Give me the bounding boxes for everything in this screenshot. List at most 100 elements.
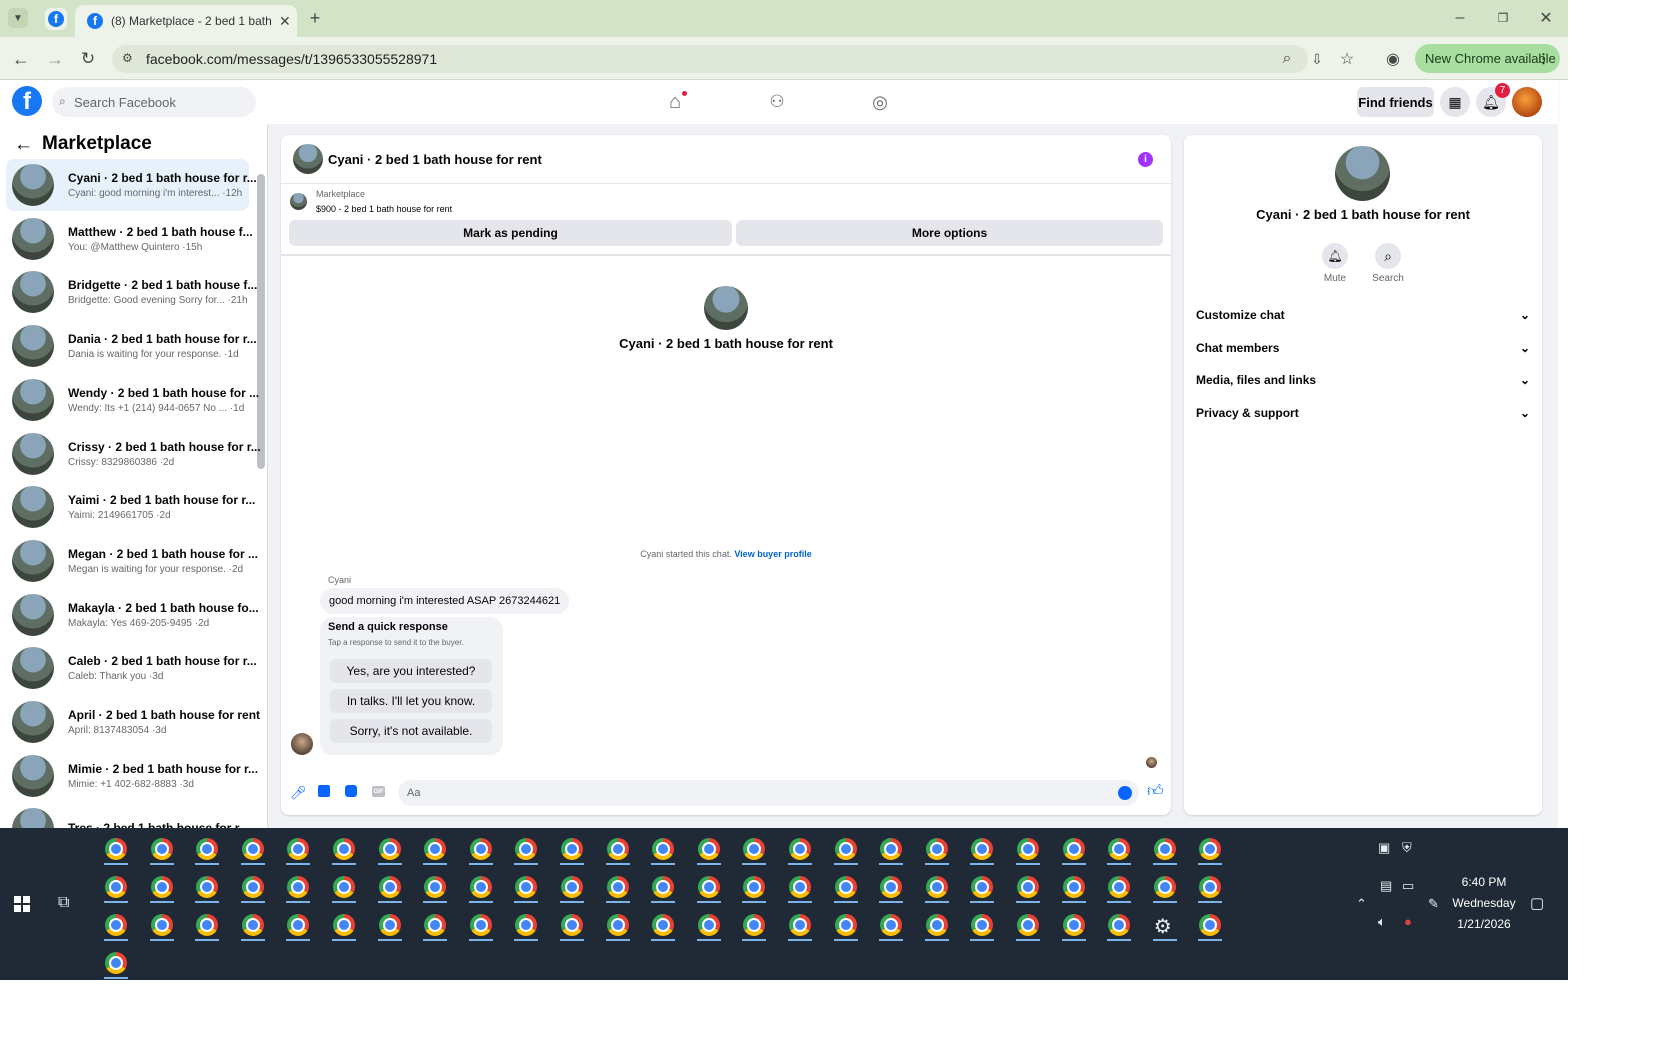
settings-icon[interactable]: ⚙ [1154, 914, 1172, 939]
chrome-window-icon[interactable] [1199, 876, 1222, 898]
chrome-window-icon[interactable] [743, 838, 766, 860]
conversation-item[interactable]: Caleb · 2 bed 1 bath house for r... Caleb… [6, 642, 257, 694]
chrome-window-icon[interactable] [652, 876, 675, 898]
chat-avatar[interactable] [293, 144, 323, 174]
conversation-item[interactable]: Wendy · 2 bed 1 bath house for ... Wendy:… [6, 374, 259, 426]
conversation-item[interactable]: Crissy · 2 bed 1 bath house for r... Cris… [6, 428, 261, 480]
scrollbar[interactable] [257, 174, 265, 469]
like-thumb-icon[interactable]: 👍︎ [1147, 782, 1164, 801]
chrome-window-icon[interactable] [880, 838, 903, 860]
chrome-window-icon[interactable] [925, 838, 948, 860]
chrome-window-icon[interactable] [789, 876, 811, 898]
menu-dots-icon[interactable]: ⋮ [1537, 51, 1550, 67]
facebook-logo[interactable]: f [12, 86, 42, 116]
chrome-window-icon[interactable] [287, 838, 310, 860]
chrome-window-icon[interactable] [971, 838, 994, 860]
app-tray-icon[interactable]: ▤ [1380, 878, 1392, 894]
chrome-window-icon[interactable] [971, 914, 994, 936]
sticker-icon[interactable] [345, 785, 357, 797]
chrome-window-icon[interactable] [333, 876, 355, 898]
view-buyer-profile-link[interactable]: View buyer profile [734, 549, 811, 559]
pinned-tab[interactable]: f [45, 8, 67, 30]
chrome-window-icon[interactable] [469, 914, 492, 936]
privacy-support-section[interactable]: Privacy & support ⌄ [1196, 401, 1530, 425]
chrome-window-icon[interactable] [150, 876, 173, 898]
chrome-window-icon[interactable] [515, 838, 538, 860]
close-icon[interactable]: ✕ [279, 13, 291, 30]
chrome-window-icon[interactable] [697, 876, 720, 898]
conversation-item[interactable]: April · 2 bed 1 bath house for rent April… [6, 696, 260, 748]
chrome-window-icon[interactable] [287, 876, 310, 898]
chrome-window-icon[interactable] [971, 876, 994, 898]
notification-center-icon[interactable]: ▢ [1530, 894, 1544, 912]
message-composer-input[interactable]: Aa [398, 780, 1139, 806]
chrome-window-icon[interactable] [925, 876, 948, 898]
chrome-window-icon[interactable] [1062, 838, 1085, 860]
chrome-window-icon[interactable] [925, 914, 948, 936]
chrome-window-icon[interactable] [424, 914, 447, 936]
chrome-window-icon[interactable] [287, 914, 310, 936]
chrome-window-icon[interactable] [515, 876, 538, 898]
chrome-window-icon[interactable] [1153, 876, 1176, 898]
chrome-window-icon[interactable] [743, 876, 766, 898]
chrome-window-icon[interactable] [105, 914, 127, 936]
chrome-window-icon[interactable] [1108, 838, 1131, 860]
pen-icon[interactable]: ✎ [1428, 896, 1439, 912]
chrome-window-icon[interactable] [789, 914, 811, 936]
search-input[interactable]: ⌕ Search Facebook [52, 87, 256, 117]
quick-reply-button[interactable]: In talks. I'll let you know. [330, 689, 492, 713]
chrome-window-icon[interactable] [880, 914, 903, 936]
chrome-window-icon[interactable] [469, 838, 492, 860]
back-icon[interactable]: ← [10, 48, 32, 70]
conversation-item[interactable]: Makayla · 2 bed 1 bath house fo... Makayl… [6, 589, 259, 641]
chrome-window-icon[interactable] [561, 914, 583, 936]
message-bubble[interactable]: good morning i'm interested ASAP 2673244… [320, 588, 570, 614]
more-options-button[interactable]: More options [736, 220, 1163, 246]
task-view-icon[interactable]: ⧉ [58, 894, 69, 912]
chrome-window-icon[interactable] [652, 838, 675, 860]
chrome-window-icon[interactable] [333, 914, 355, 936]
chrome-window-icon[interactable] [561, 838, 583, 860]
menu-grid-icon[interactable]: ▦ [1440, 87, 1470, 117]
customize-chat-section[interactable]: Customize chat ⌄ [1196, 303, 1530, 327]
chevron-up-icon[interactable]: ⌃ [1356, 896, 1367, 912]
info-icon[interactable]: i [1138, 152, 1153, 167]
conversation-item[interactable]: Dania · 2 bed 1 bath house for r... Dania… [6, 320, 257, 372]
chrome-window-icon[interactable] [834, 914, 857, 936]
clock-date[interactable]: 1/21/2026 [1446, 917, 1522, 931]
close-window-icon[interactable]: ✕ [1536, 8, 1556, 28]
new-chrome-button[interactable]: New Chrome available ⋮ [1415, 44, 1560, 73]
conversation-item[interactable]: Cyani · 2 bed 1 bath house for r... Cyani… [6, 159, 257, 211]
chrome-window-icon[interactable] [697, 838, 720, 860]
network-icon[interactable]: ▭ [1402, 878, 1414, 894]
new-tab-icon[interactable]: + [305, 8, 325, 28]
chrome-window-icon[interactable] [378, 914, 401, 936]
chrome-window-icon[interactable] [105, 952, 127, 974]
chrome-window-icon[interactable] [424, 838, 447, 860]
quick-reply-button[interactable]: Yes, are you interested? [330, 659, 492, 683]
chrome-window-icon[interactable] [196, 838, 219, 860]
sender-avatar[interactable] [291, 733, 313, 755]
chrome-window-icon[interactable] [1017, 914, 1039, 936]
mark-pending-button[interactable]: Mark as pending [289, 220, 732, 246]
chrome-window-icon[interactable] [515, 914, 538, 936]
chrome-window-icon[interactable] [469, 876, 492, 898]
search-icon[interactable]: ⌕ [1375, 243, 1401, 269]
groups-icon[interactable]: ◎ [868, 90, 892, 114]
chat-members-section[interactable]: Chat members ⌄ [1196, 336, 1530, 360]
chrome-window-icon[interactable] [241, 876, 264, 898]
bookmark-star-icon[interactable]: ☆ [1336, 48, 1358, 70]
chrome-window-icon[interactable] [1108, 876, 1131, 898]
chrome-window-icon[interactable] [1017, 876, 1039, 898]
minimize-icon[interactable]: – [1450, 8, 1470, 28]
conversation-item[interactable]: Matthew · 2 bed 1 bath house f... You: @M… [6, 213, 253, 265]
chrome-window-icon[interactable] [1062, 914, 1085, 936]
chrome-window-icon[interactable] [196, 914, 219, 936]
chrome-window-icon[interactable] [697, 914, 720, 936]
chrome-window-icon[interactable] [880, 876, 903, 898]
account-avatar[interactable] [1512, 87, 1542, 117]
mute-bell-icon[interactable]: 🔔︎ [1322, 243, 1348, 269]
chrome-window-icon[interactable] [834, 876, 857, 898]
back-arrow-icon[interactable]: ← [14, 134, 33, 156]
chrome-window-icon[interactable] [333, 838, 355, 860]
